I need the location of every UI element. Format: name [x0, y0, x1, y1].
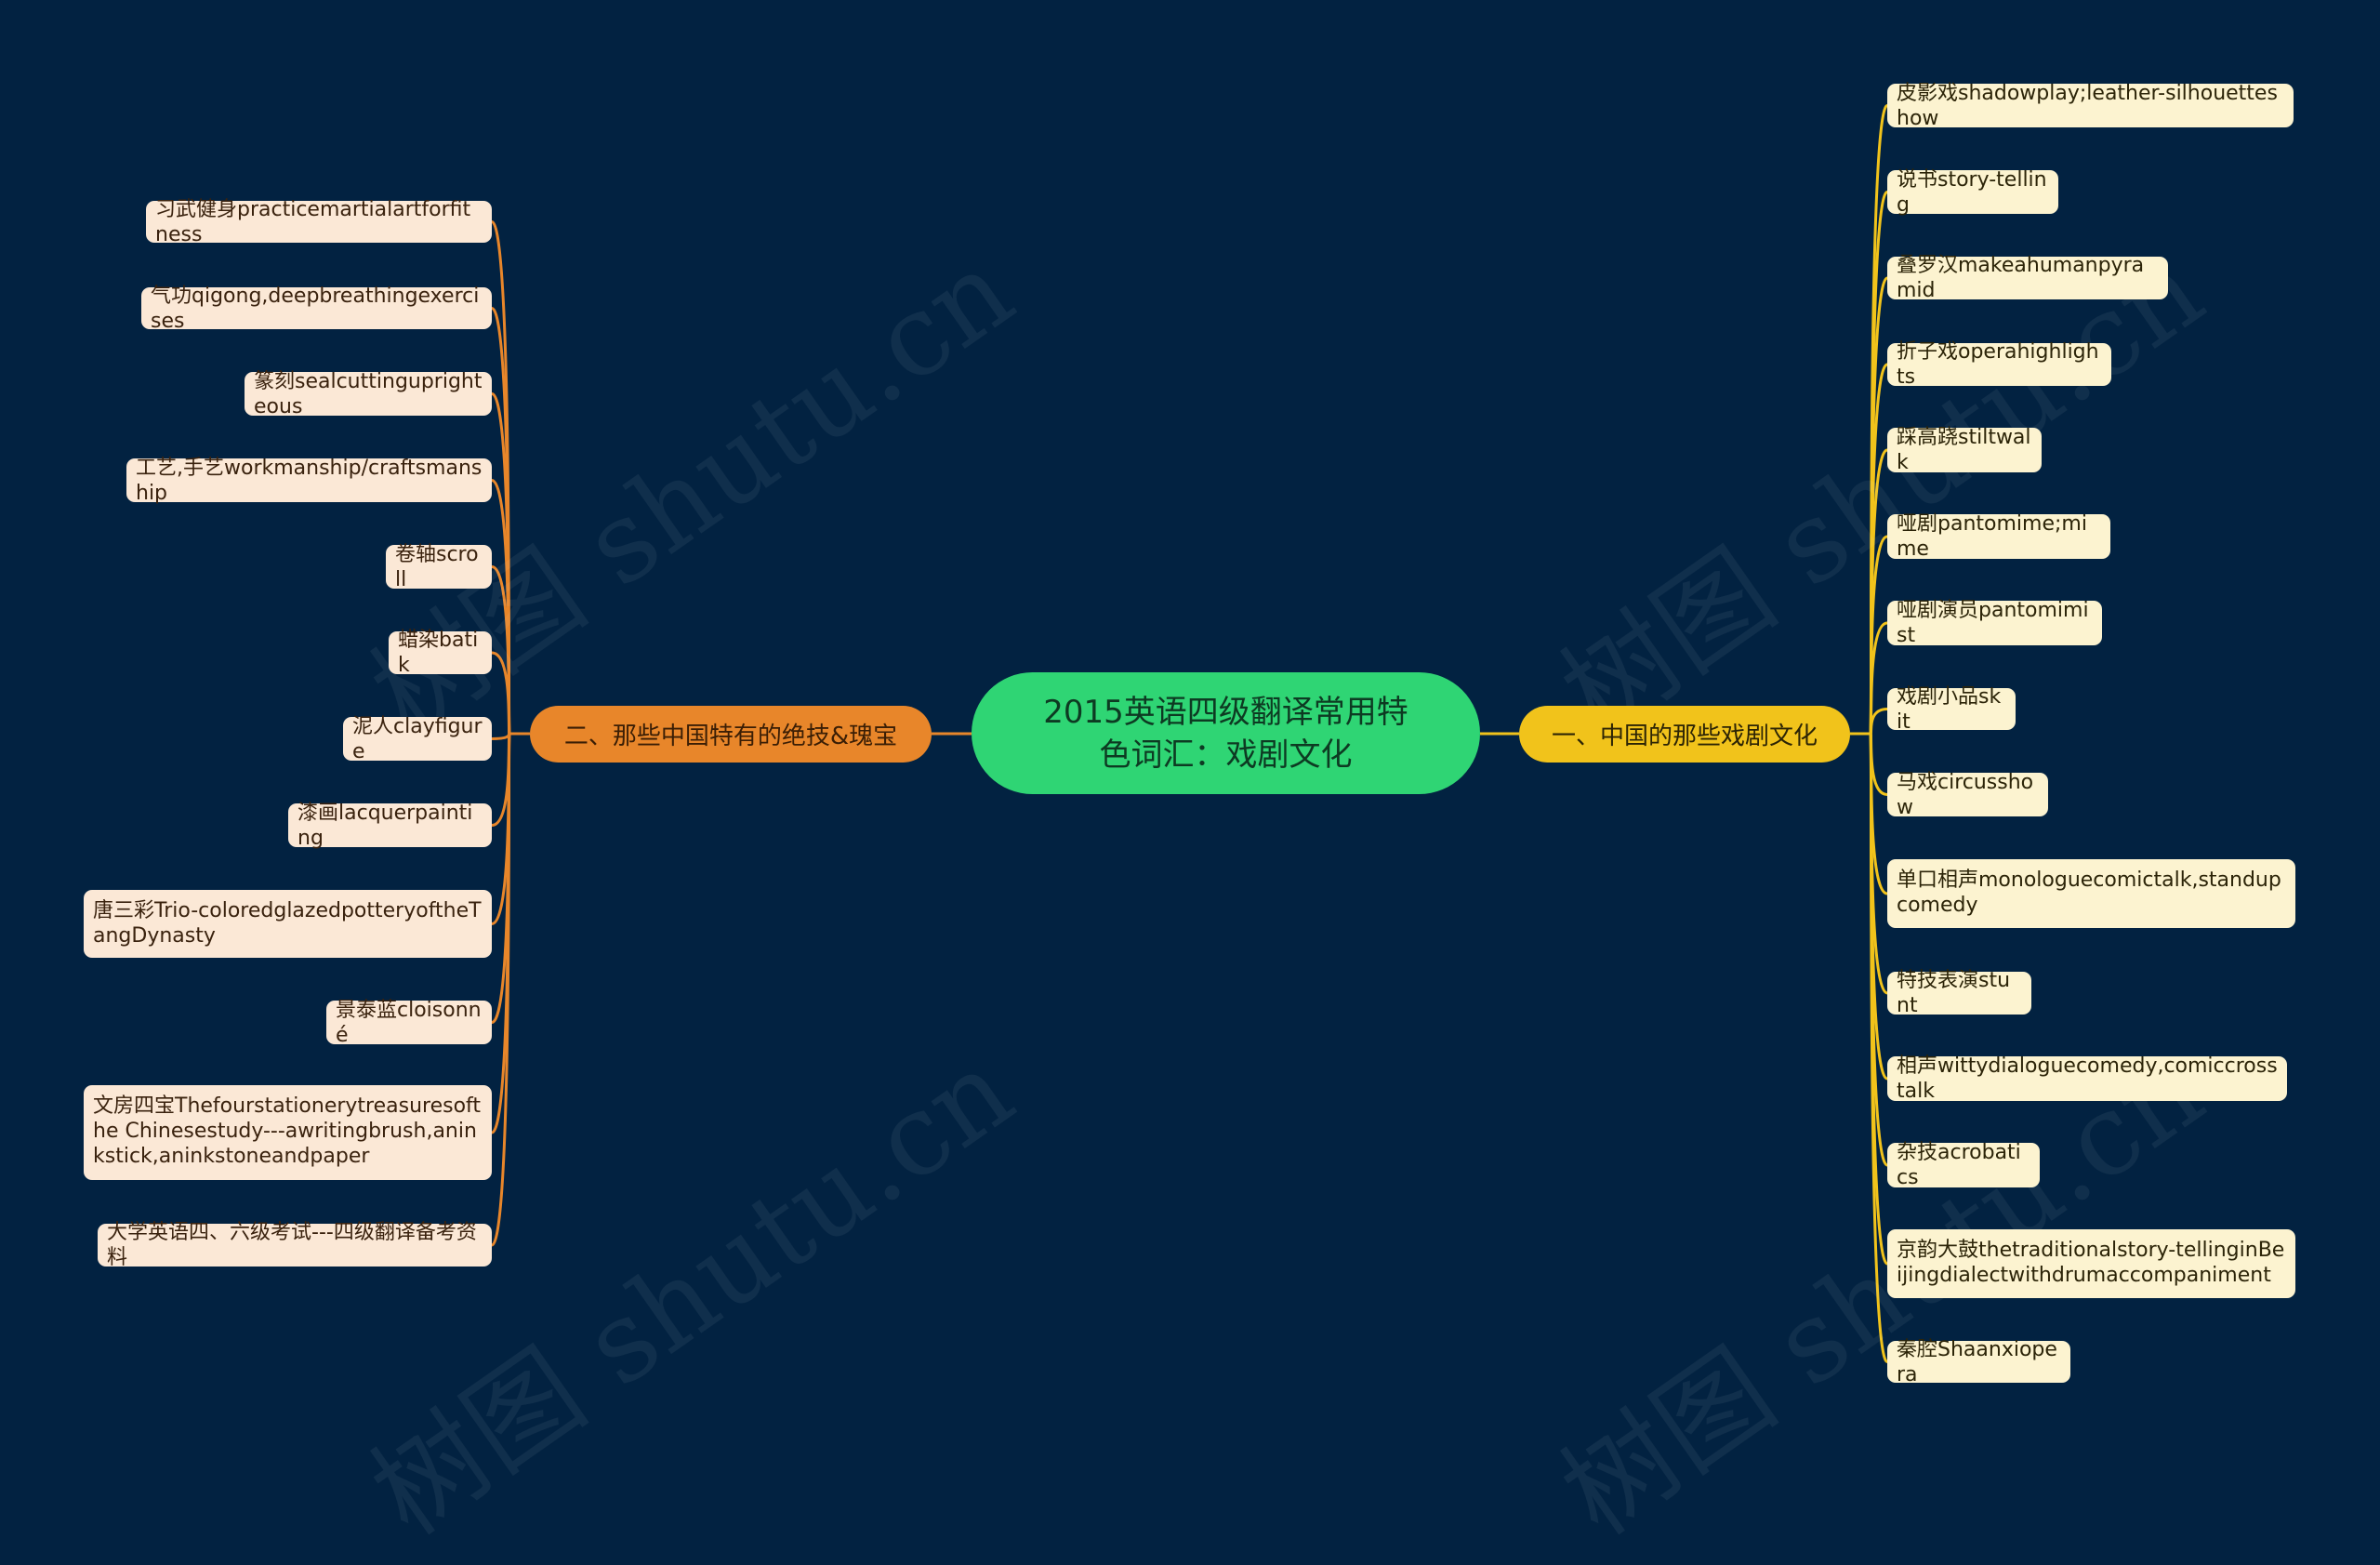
branch-leaf-connector	[1850, 535, 1888, 736]
leaf-topic-left[interactable]: 蜡染batik	[389, 629, 492, 677]
branch-leaf-connector	[491, 479, 530, 736]
root-topic-label: 2015英语四级翻译常用特色词汇：戏剧文化	[1043, 693, 1408, 774]
branch-leaf-connector	[1850, 708, 1888, 736]
branch-leaf-connector	[490, 732, 530, 1134]
leaf-topic-label: 踩高跷stiltwalk	[1897, 426, 2031, 474]
leaf-topic-label: 相声wittydialoguecomedy,comiccrosstalk	[1897, 1054, 2278, 1103]
leaf-topic-label: 篆刻sealcuttinguprighteous	[254, 369, 483, 418]
leaf-topic-left[interactable]: 景泰蓝cloisonné	[326, 999, 492, 1047]
branch-leaf-connector	[491, 732, 530, 827]
leaf-topic-label: 马戏circusshow	[1897, 770, 2034, 819]
leaf-topic-right[interactable]: 哑剧pantomime;mime	[1887, 512, 2110, 561]
leaf-topic-left[interactable]: 漆画lacquerpainting	[288, 802, 492, 850]
leaf-topic-label: 卷轴scroll	[395, 542, 479, 591]
leaf-topic-label: 京韵大鼓thetraditionalstory-tellinginBeijing…	[1897, 1239, 2285, 1287]
leaf-topic-label: 杂技acrobatics	[1897, 1141, 2021, 1189]
leaf-topic-label: 气功qigong,deepbreathingexercises	[151, 284, 480, 333]
leaf-topic-label: 折子戏operahighlights	[1897, 340, 2099, 389]
leaf-topic-left[interactable]: 习武健身practicemartialartforfitness	[146, 198, 492, 246]
branch-leaf-connector	[1850, 363, 1889, 736]
leaf-topic-right[interactable]: 单口相声monologuecomictalk,standupcomedy	[1887, 859, 2295, 928]
branch-leaf-connector	[1850, 732, 1889, 1167]
branch-leaf-connector	[1850, 732, 1889, 1081]
leaf-topic-left[interactable]: 卷轴scroll	[386, 542, 492, 591]
leaf-topic-right[interactable]: 特技表演stunt	[1887, 969, 2031, 1017]
branch-leaf-connector	[1850, 732, 1888, 895]
branch-topic-drama[interactable]: 一、中国的那些戏剧文化	[1519, 706, 1850, 763]
leaf-topic-right[interactable]: 折子戏operahighlights	[1887, 340, 2111, 389]
leaf-topic-left[interactable]: 大学英语四、六级考试---四级翻译备考资料	[98, 1221, 492, 1269]
branch-leaf-connector	[490, 307, 530, 736]
branch-leaf-connector	[491, 651, 530, 736]
branch-leaf-connector	[1850, 448, 1888, 736]
leaf-topic-right[interactable]: 相声wittydialoguecomedy,comiccrosstalk	[1887, 1054, 2287, 1103]
branch-topic-crafts[interactable]: 二、那些中国特有的绝技&瑰宝	[530, 706, 932, 763]
leaf-topic-label: 习武健身practicemartialartforfitness	[155, 197, 471, 246]
leaf-topic-left[interactable]: 泥人clayfigure	[343, 714, 492, 763]
leaf-topic-right[interactable]: 皮影戏shadowplay;leather-silhouetteshow	[1887, 82, 2294, 130]
leaf-topic-right[interactable]: 马戏circusshow	[1887, 771, 2048, 819]
leaf-topic-label: 特技表演stunt	[1897, 969, 2011, 1017]
leaf-topic-label: 秦腔Shaanxiopera	[1897, 1337, 2057, 1386]
leaf-topic-label: 哑剧pantomime;mime	[1897, 512, 2087, 561]
leaf-topic-label: 工艺,手艺workmanship/craftsmanship	[136, 456, 483, 505]
leaf-topic-right[interactable]: 秦腔Shaanxiopera	[1887, 1338, 2070, 1386]
leaf-topic-label: 漆画lacquerpainting	[298, 801, 473, 850]
branch-topic-label: 二、那些中国特有的绝技&瑰宝	[563, 723, 898, 750]
branch-topic-label: 一、中国的那些戏剧文化	[1551, 723, 1818, 750]
leaf-topic-label: 皮影戏shadowplay;leather-silhouetteshow	[1897, 81, 2278, 130]
branch-leaf-connector	[490, 732, 530, 1247]
leaf-topic-right[interactable]: 戏剧小品skit	[1887, 685, 2016, 734]
branch-leaf-connector	[1850, 621, 1888, 736]
leaf-topic-label: 大学英语四、六级考试---四级翻译备考资料	[107, 1221, 477, 1269]
leaf-topic-right[interactable]: 哑剧演员pantomimist	[1887, 599, 2102, 647]
branch-leaf-connector	[491, 565, 530, 736]
leaf-topic-right[interactable]: 踩高跷stiltwalk	[1887, 426, 2042, 474]
branch-leaf-connector	[1850, 732, 1889, 1363]
branch-leaf-connector	[1850, 276, 1889, 736]
branch-leaf-connector	[491, 732, 530, 925]
branch-leaf-connector	[491, 732, 530, 1024]
leaf-topic-label: 叠罗汉makeahumanpyramid	[1897, 254, 2145, 302]
branch-leaf-connector	[490, 392, 530, 736]
leaf-topic-label: 说书story-telling	[1897, 167, 2047, 217]
leaf-topic-label: 哑剧演员pantomimist	[1897, 599, 2089, 647]
leaf-topic-right[interactable]: 京韵大鼓thetraditionalstory-tellinginBeijing…	[1887, 1229, 2295, 1298]
branch-leaf-connector	[1850, 732, 1888, 995]
leaf-topic-label: 景泰蓝cloisonné	[336, 998, 482, 1047]
leaf-topic-label: 泥人clayfigure	[352, 714, 483, 763]
root-topic[interactable]: 2015英语四级翻译常用特色词汇：戏剧文化	[972, 672, 1480, 794]
leaf-topic-label: 唐三彩Trio-coloredglazedpotteryoftheTangDyn…	[93, 899, 482, 948]
leaf-topic-label: 文房四宝Thefourstationerytreasuresofthe Chin…	[93, 1094, 482, 1168]
branch-leaf-connector	[1850, 104, 1889, 736]
leaf-topic-left[interactable]: 文房四宝Thefourstationerytreasuresofthe Chin…	[84, 1085, 492, 1180]
leaf-topic-right[interactable]: 说书story-telling	[1887, 168, 2058, 217]
leaf-topic-right[interactable]: 叠罗汉makeahumanpyramid	[1887, 254, 2168, 302]
branch-leaf-connector	[1850, 732, 1889, 1266]
leaf-topic-left[interactable]: 篆刻sealcuttinguprighteous	[245, 369, 492, 418]
leaf-topic-left[interactable]: 工艺,手艺workmanship/craftsmanship	[126, 457, 492, 505]
leaf-topic-left[interactable]: 气功qigong,deepbreathingexercises	[141, 285, 492, 333]
leaf-topic-right[interactable]: 杂技acrobatics	[1887, 1141, 2040, 1189]
leaf-topic-label: 蜡染batik	[398, 629, 479, 677]
leaf-topic-left[interactable]: 唐三彩Trio-coloredglazedpotteryoftheTangDyn…	[84, 890, 492, 958]
branch-leaf-connector	[1850, 732, 1888, 796]
leaf-topic-label: 戏剧小品skit	[1897, 684, 2002, 734]
leaf-topic-label: 单口相声monologuecomictalk,standupcomedy	[1897, 869, 2281, 917]
